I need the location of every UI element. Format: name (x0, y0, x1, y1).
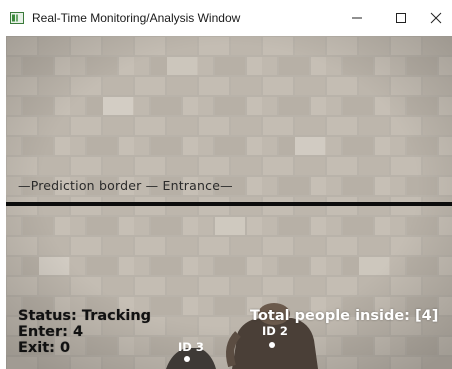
video-feed: —Prediction border — Entrance— Status: T… (6, 36, 452, 369)
maximize-icon (396, 13, 406, 23)
prediction-border-label: —Prediction border — Entrance— (18, 178, 233, 193)
total-people-inside: Total people inside: [4] (250, 308, 439, 324)
close-button[interactable] (420, 0, 452, 36)
minimize-button[interactable] (334, 0, 380, 36)
centroid-dot (269, 342, 275, 348)
tracked-id-label: ID 2 (262, 324, 288, 338)
window-title: Real-Time Monitoring/Analysis Window (32, 11, 241, 25)
status-text: Status: Tracking (18, 308, 152, 324)
maximize-button[interactable] (378, 0, 424, 36)
exit-count: Exit: 0 (18, 340, 71, 356)
minimize-icon (352, 17, 362, 19)
prediction-border-line (6, 202, 452, 206)
tracked-id-label: ID 3 (178, 340, 204, 354)
enter-count: Enter: 4 (18, 324, 84, 340)
app-icon (10, 12, 24, 24)
close-icon (430, 12, 442, 24)
centroid-dot (184, 356, 190, 362)
title-bar[interactable]: Real-Time Monitoring/Analysis Window (0, 0, 452, 36)
monitoring-window: Real-Time Monitoring/Analysis Window —Pr… (0, 0, 452, 369)
